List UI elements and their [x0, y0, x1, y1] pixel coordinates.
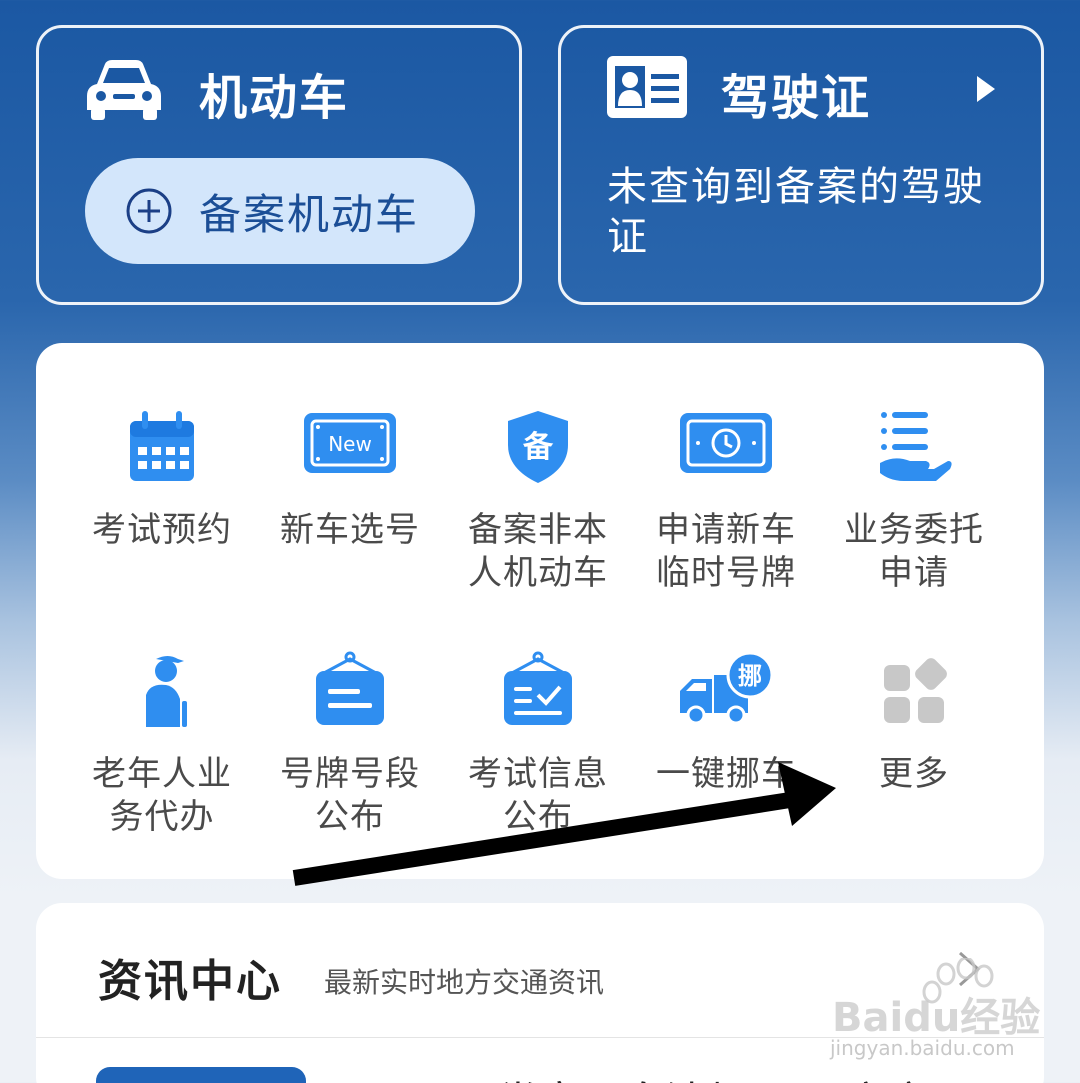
license-status-text: 未查询到备案的驾驶证	[607, 164, 985, 260]
watermark-text: Baidu经验	[832, 995, 1041, 1041]
service-label: 更多	[879, 754, 949, 794]
service-record-other-vehicle[interactable]: 备 备案非本人机动车	[444, 407, 632, 595]
news-title: 资讯中心	[98, 956, 282, 1007]
service-label: 备案非本人机动车	[468, 510, 608, 593]
service-plate-segments[interactable]: 号牌号段公布	[256, 651, 444, 839]
hanging-sign-icon	[316, 651, 384, 725]
service-exam-booking[interactable]: 考试预约	[68, 407, 256, 552]
service-label: 新车选号	[280, 510, 420, 550]
shield-record-icon: 备	[508, 411, 568, 483]
vehicle-card[interactable]: 机动车 备案机动车	[36, 25, 522, 305]
service-more[interactable]: 更多	[820, 651, 1008, 796]
hand-list-icon	[880, 412, 952, 481]
vehicle-card-title: 机动车	[199, 70, 350, 126]
news-subtitle: 最新实时地方交通资讯	[324, 966, 605, 999]
temp-plate-clock-icon	[680, 413, 772, 473]
move-badge: 挪	[738, 662, 762, 690]
elderly-icon	[146, 656, 187, 727]
service-exam-info[interactable]: 考试信息公布	[444, 651, 632, 839]
arrow-right-icon[interactable]	[975, 74, 997, 104]
news-thumbnail[interactable]	[96, 1067, 306, 1083]
service-move-car[interactable]: 挪 一键挪车	[632, 651, 820, 796]
license-card-title: 驾驶证	[721, 70, 872, 126]
service-temp-plate[interactable]: 申请新车临时号牌	[632, 407, 820, 595]
service-label: 考试信息公布	[468, 754, 608, 837]
service-label: 申请新车临时号牌	[656, 510, 796, 593]
service-delegation[interactable]: 业务委托申请	[820, 407, 1008, 595]
calendar-icon	[130, 411, 194, 481]
service-label: 业务委托申请	[844, 510, 984, 593]
service-label: 号牌号段公布	[280, 754, 420, 837]
add-vehicle-button[interactable]: 备案机动车	[85, 158, 475, 264]
service-label: 老年人业务代办	[92, 754, 232, 837]
service-label: 考试预约	[92, 510, 232, 550]
grid-more-icon	[884, 658, 947, 723]
id-card-icon	[607, 56, 687, 118]
truck-move-icon: 挪	[680, 651, 774, 725]
news-headline[interactable]: 122 | 党章明白法规 更更安宁	[376, 1069, 930, 1083]
add-vehicle-label: 备案机动车	[199, 189, 420, 239]
service-label: 一键挪车	[656, 754, 796, 794]
service-new-plate[interactable]: New 新车选号	[256, 407, 444, 552]
svg-text:备: 备	[523, 430, 554, 465]
new-plate-icon: New	[304, 413, 396, 473]
watermark-url: jingyan.baidu.com	[830, 1036, 1015, 1060]
services-panel: 考试预约 New 新车选号 备 备案非本人机动车 申请新车临时号牌 业务委托申请…	[36, 343, 1044, 879]
service-elderly[interactable]: 老年人业务代办	[68, 651, 256, 839]
car-icon	[87, 60, 161, 120]
license-card[interactable]: 驾驶证 未查询到备案的驾驶证	[558, 25, 1044, 305]
hanging-check-sign-icon	[504, 651, 572, 725]
svg-text:New: New	[328, 432, 372, 456]
plus-circle-icon	[126, 188, 172, 234]
